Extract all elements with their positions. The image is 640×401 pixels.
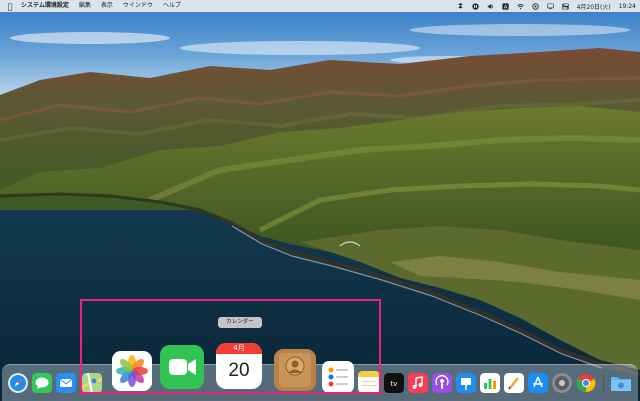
highlight-annotation: [80, 299, 381, 394]
menu-window[interactable]: ウインドウ: [118, 0, 158, 12]
dropbox-icon[interactable]: [457, 2, 464, 10]
chrome-icon[interactable]: [576, 373, 596, 393]
menu-view[interactable]: 表示: [96, 0, 118, 12]
accessibility-icon[interactable]: A: [501, 2, 509, 10]
menu-bar-date[interactable]: 4月20日(火): [573, 2, 615, 11]
siri-icon[interactable]: [531, 2, 539, 10]
pause-icon[interactable]: [471, 2, 479, 10]
sound-icon[interactable]: [487, 3, 494, 10]
messages-icon[interactable]: [32, 373, 52, 393]
svg-text:tv: tv: [391, 380, 398, 388]
downloads-folder-icon[interactable]: [610, 373, 632, 393]
app-store-icon[interactable]: [528, 373, 548, 393]
safari-icon[interactable]: [8, 373, 28, 393]
control-center-icon[interactable]: [561, 3, 569, 10]
podcasts-icon[interactable]: [432, 373, 452, 393]
app-menu[interactable]: システム環境設定: [17, 0, 74, 12]
menu-bar:  システム環境設定 編集 表示 ウインドウ ヘルプ A 4月20日(火) 19…: [0, 0, 640, 12]
keynote-icon[interactable]: [456, 373, 476, 393]
apple-tv-icon[interactable]: tv: [384, 373, 404, 393]
numbers-icon[interactable]: [480, 373, 500, 393]
menu-help[interactable]: ヘルプ: [158, 0, 186, 12]
menu-edit[interactable]: 編集: [74, 0, 96, 12]
pages-icon[interactable]: [504, 373, 524, 393]
music-icon[interactable]: [408, 373, 428, 393]
display-icon[interactable]: [546, 3, 554, 10]
system-preferences-icon[interactable]: [552, 373, 572, 393]
mail-icon[interactable]: [56, 373, 76, 393]
menu-bar-time[interactable]: 19:24: [615, 3, 640, 10]
apple-menu-icon[interactable]: : [3, 2, 17, 11]
wifi-icon[interactable]: [516, 3, 524, 10]
status-area: A 4月20日(火) 19:24: [453, 0, 640, 12]
dock-separator: [603, 375, 604, 393]
